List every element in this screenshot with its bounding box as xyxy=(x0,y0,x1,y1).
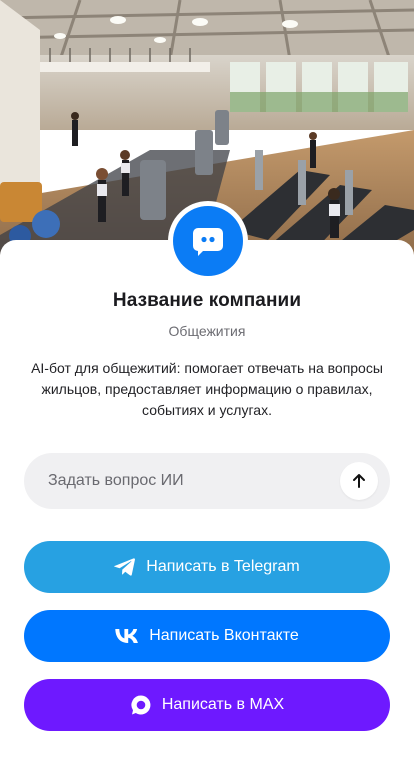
ask-ai-field xyxy=(24,453,390,509)
telegram-button[interactable]: Написать в Telegram xyxy=(24,541,390,593)
vk-button[interactable]: Написать Вконтакте xyxy=(24,610,390,662)
vk-icon xyxy=(115,629,139,643)
company-description: AI-бот для общежитий: помогает отвечать … xyxy=(31,360,383,418)
company-category: Общежития xyxy=(168,323,246,339)
max-button[interactable]: Написать в MAX xyxy=(24,679,390,731)
avatar-background xyxy=(173,206,243,276)
company-name: Название компании xyxy=(112,290,302,311)
chat-bot-icon xyxy=(193,228,223,256)
arrow-up-icon xyxy=(353,474,365,488)
ask-ai-input[interactable] xyxy=(24,453,340,509)
vk-button-label: Написать Вконтакте xyxy=(149,627,299,644)
max-button-label: Написать в MAX xyxy=(161,696,285,713)
telegram-button-label: Написать в Telegram xyxy=(146,558,300,575)
telegram-icon xyxy=(114,557,136,577)
send-button[interactable] xyxy=(340,462,378,500)
page: Название компании Общежития AI-бот для о… xyxy=(0,0,414,770)
company-avatar xyxy=(168,201,248,281)
max-icon xyxy=(130,694,152,716)
